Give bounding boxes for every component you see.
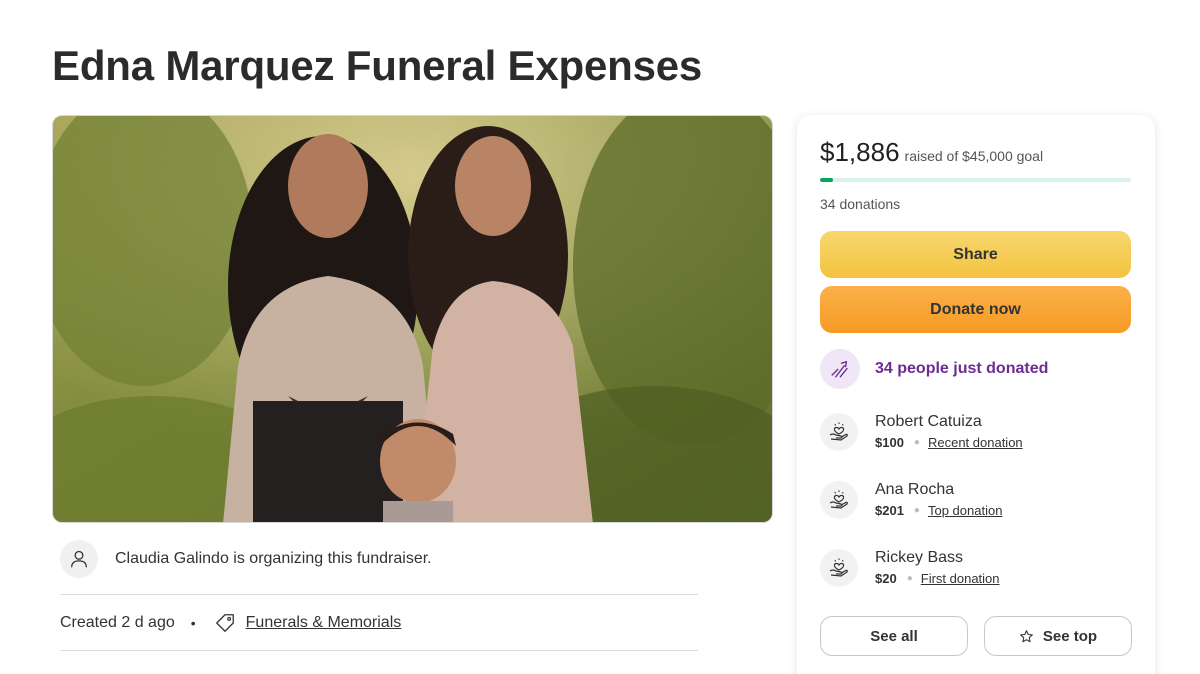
donor-item: Ana Rocha $201 ● Top donation xyxy=(820,480,1002,519)
separator-dot: ● xyxy=(913,505,920,516)
donor-name: Robert Catuiza xyxy=(875,413,982,430)
donor-name: Ana Rocha xyxy=(875,481,955,498)
raised-summary: $1,886 raised of $45,000 goal xyxy=(820,137,1043,168)
see-top-label: See top xyxy=(1042,627,1098,645)
user-icon xyxy=(71,550,87,568)
organizer-row: Claudia Galindo is organizing this fundr… xyxy=(60,540,432,578)
see-all-label: See all xyxy=(870,627,918,645)
goal-text: raised of $45,000 goal xyxy=(904,148,1044,164)
fundraiser-meta: Created 2 d ago • Funerals & Memorials xyxy=(60,610,401,636)
organizer-text: Claudia Galindo is organizing this fundr… xyxy=(115,550,432,567)
page-title: Edna Marquez Funeral Expenses xyxy=(52,42,703,89)
progress-bar xyxy=(820,178,1131,182)
tag-icon xyxy=(214,612,236,634)
donation-momentum: 34 people just donated xyxy=(820,349,1048,389)
divider xyxy=(60,650,698,651)
created-date: Created 2 d ago xyxy=(60,614,175,631)
donor-amount: $20 xyxy=(875,571,897,586)
share-button[interactable]: Share xyxy=(820,231,1131,278)
donation-panel: $1,886 raised of $45,000 goal 34 donatio… xyxy=(797,115,1155,674)
category-link[interactable]: Funerals & Memorials xyxy=(246,614,402,632)
donate-now-button[interactable]: Donate now xyxy=(820,286,1131,333)
meta-separator: • xyxy=(190,615,196,631)
donation-type-link[interactable]: First donation xyxy=(921,571,1000,586)
star-icon xyxy=(1019,629,1034,644)
heart-hand-icon xyxy=(820,549,858,587)
donations-count: 34 donations xyxy=(820,196,901,212)
donor-item: Rickey Bass $20 ● First donation xyxy=(820,548,1000,587)
fundraiser-hero-photo[interactable] xyxy=(52,115,773,523)
donor-item: Robert Catuiza $100 ● Recent donation xyxy=(820,412,1023,451)
heart-hand-icon xyxy=(820,413,858,451)
donor-amount: $100 xyxy=(875,435,904,450)
see-top-button[interactable]: See top xyxy=(984,616,1132,656)
progress-fill xyxy=(820,178,834,182)
momentum-text: 34 people just donated xyxy=(875,360,1049,377)
heart-hand-icon xyxy=(820,481,858,519)
donor-amount: $201 xyxy=(875,503,904,518)
see-all-button[interactable]: See all xyxy=(820,616,968,656)
donation-type-link[interactable]: Recent donation xyxy=(928,435,1023,450)
organizer-avatar[interactable] xyxy=(60,540,98,578)
separator-dot: ● xyxy=(906,573,913,584)
trending-up-icon xyxy=(820,349,860,389)
donation-type-link[interactable]: Top donation xyxy=(928,503,1002,518)
raised-amount: $1,886 xyxy=(820,137,900,167)
separator-dot: ● xyxy=(913,437,920,448)
donor-name: Rickey Bass xyxy=(875,549,964,566)
hero-photo-illustration xyxy=(53,116,772,522)
divider xyxy=(60,594,698,595)
